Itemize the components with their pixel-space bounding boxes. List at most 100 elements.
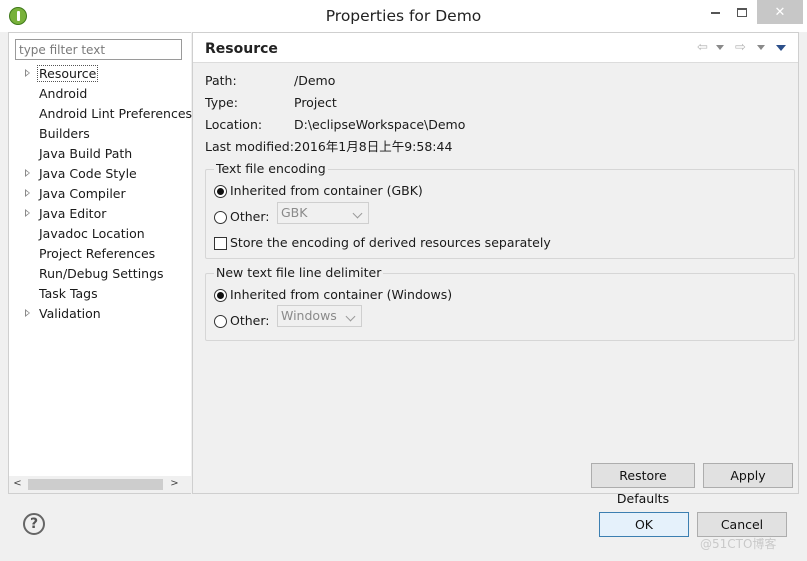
line-delimiter-group: New text file line delimiter Inherited f… [205, 265, 795, 341]
store-encoding-label: Store the encoding of derived resources … [230, 235, 551, 250]
cancel-button[interactable]: Cancel [697, 512, 787, 537]
type-value: Project [294, 95, 337, 110]
encoding-other-option[interactable]: Other: [214, 207, 269, 227]
delimiter-other-radio[interactable] [214, 314, 227, 328]
encoding-inherited-option[interactable]: Inherited from container (GBK) [214, 181, 423, 201]
sidebar-item-label: Project References [39, 246, 156, 261]
expand-arrow-icon[interactable] [25, 309, 30, 317]
expand-arrow-icon[interactable] [25, 169, 30, 177]
encoding-select[interactable]: GBK [277, 202, 369, 224]
delimiter-inherited-label: Inherited from container (Windows) [230, 287, 453, 302]
page-title: Resource [205, 41, 278, 57]
location-value: D:\eclipseWorkspace\Demo [294, 117, 466, 132]
encoding-other-radio[interactable] [214, 210, 227, 224]
sidebar-item[interactable]: Builders [9, 124, 192, 144]
minimize-icon [710, 12, 720, 14]
resource-page: Resource ⇦ ⇨ Path: /Demo Type: Project L… [192, 32, 799, 506]
delimiter-other-option[interactable]: Other: [214, 311, 269, 331]
path-label: Path: [205, 73, 237, 88]
chevron-down-icon [343, 308, 359, 324]
maximize-button[interactable] [728, 0, 756, 24]
restore-defaults-button[interactable]: Restore Defaults [591, 463, 695, 506]
watermark: @51CTO博客 [700, 537, 777, 551]
resource-info: Path: /Demo Type: Project Location: D:\e… [205, 73, 605, 161]
close-button[interactable]: ✕ [757, 0, 803, 24]
forward-arrow-icon[interactable]: ⇨ [735, 41, 746, 55]
encoding-inherited-radio[interactable] [214, 184, 227, 198]
ok-button[interactable]: OK [599, 512, 689, 537]
last-modified-value: 2016年1月8日上午9:58:44 [294, 139, 453, 154]
sidebar-item-label: Task Tags [39, 286, 98, 301]
page-header: Resource ⇦ ⇨ [193, 33, 798, 63]
delimiter-other-label: Other: [230, 313, 270, 328]
sidebar-item-label: Builders [39, 126, 90, 141]
info-row-path: Path: /Demo [205, 73, 605, 95]
encoding-other-label: Other: [230, 209, 270, 224]
encoding-select-value: GBK [281, 205, 308, 220]
scroll-thumb[interactable] [28, 479, 163, 490]
apply-button[interactable]: Apply [703, 463, 793, 488]
sidebar-item-label: Java Code Style [39, 166, 137, 181]
sidebar-item[interactable]: Java Code Style [9, 164, 192, 184]
sidebar-item-label: Java Compiler [39, 186, 126, 201]
properties-sidebar: Resource Android Android Lint Preferences B… [8, 32, 192, 494]
help-icon[interactable]: ? [23, 513, 45, 535]
expand-arrow-icon[interactable] [25, 209, 30, 217]
delimiter-select[interactable]: Windows [277, 305, 362, 327]
sidebar-item[interactable]: Resource [9, 64, 192, 84]
window-title: Properties for Demo [325, 7, 482, 25]
last-modified-label: Last modified: [205, 139, 294, 154]
view-menu-button[interactable] [776, 41, 786, 55]
text-file-encoding-group: Text file encoding Inherited from contai… [205, 161, 795, 259]
horizontal-scrollbar[interactable]: < > [9, 476, 192, 493]
sidebar-item[interactable]: Java Compiler [9, 184, 192, 204]
expand-arrow-icon[interactable] [25, 69, 30, 77]
encoding-inherited-label: Inherited from container (GBK) [230, 183, 423, 198]
delimiter-inherited-radio[interactable] [214, 288, 227, 302]
back-history-dropdown[interactable] [716, 41, 724, 55]
store-encoding-option[interactable]: Store the encoding of derived resources … [214, 233, 551, 253]
chevron-down-icon [350, 205, 366, 221]
sidebar-item[interactable]: Validation [9, 304, 192, 324]
encoding-group-legend: Text file encoding [214, 161, 328, 177]
sidebar-item[interactable]: Android Lint Preferences [9, 104, 192, 124]
sidebar-item[interactable]: Java Build Path [9, 144, 192, 164]
property-tree: Resource Android Android Lint Preferences B… [9, 64, 192, 324]
title-bar: Properties for Demo ✕ [0, 0, 807, 32]
info-row-location: Location: D:\eclipseWorkspace\Demo [205, 117, 605, 139]
back-arrow-icon[interactable]: ⇦ [697, 41, 708, 55]
forward-history-dropdown[interactable] [757, 41, 765, 55]
location-label: Location: [205, 117, 263, 132]
chevron-down-icon [757, 45, 765, 50]
delimiter-select-value: Windows [281, 308, 337, 323]
sidebar-item-label: Java Editor [39, 206, 107, 221]
delimiter-group-legend: New text file line delimiter [214, 265, 384, 281]
sidebar-item[interactable]: Run/Debug Settings [9, 264, 192, 284]
scroll-right-arrow-icon[interactable]: > [166, 476, 183, 493]
sidebar-item-label: Run/Debug Settings [39, 266, 164, 281]
sidebar-item-label: Validation [39, 306, 101, 321]
sidebar-item[interactable]: Project References [9, 244, 192, 264]
info-row-last-modified: Last modified: 2016年1月8日上午9:58:44 [205, 139, 605, 161]
info-row-type: Type: Project [205, 95, 605, 117]
delimiter-inherited-option[interactable]: Inherited from container (Windows) [214, 285, 452, 305]
menu-triangle-icon [776, 44, 786, 51]
store-encoding-checkbox[interactable] [214, 236, 227, 250]
minimize-button[interactable] [700, 0, 730, 24]
sidebar-item[interactable]: Javadoc Location [9, 224, 192, 244]
sidebar-item-label: Java Build Path [39, 146, 133, 161]
sidebar-item[interactable]: Android [9, 84, 192, 104]
maximize-icon [737, 7, 747, 17]
type-label: Type: [205, 95, 238, 110]
chevron-down-icon [716, 45, 724, 50]
sidebar-item-label: Android [39, 86, 88, 101]
expand-arrow-icon[interactable] [25, 189, 30, 197]
filter-input[interactable] [15, 39, 182, 60]
sidebar-item[interactable]: Java Editor [9, 204, 192, 224]
path-value: /Demo [294, 73, 336, 88]
sidebar-item-label: Javadoc Location [39, 226, 145, 241]
close-icon: ✕ [774, 4, 786, 20]
sidebar-item[interactable]: Task Tags [9, 284, 192, 304]
sidebar-item-label: Android Lint Preferences [39, 106, 193, 121]
scroll-left-arrow-icon[interactable]: < [9, 476, 26, 493]
